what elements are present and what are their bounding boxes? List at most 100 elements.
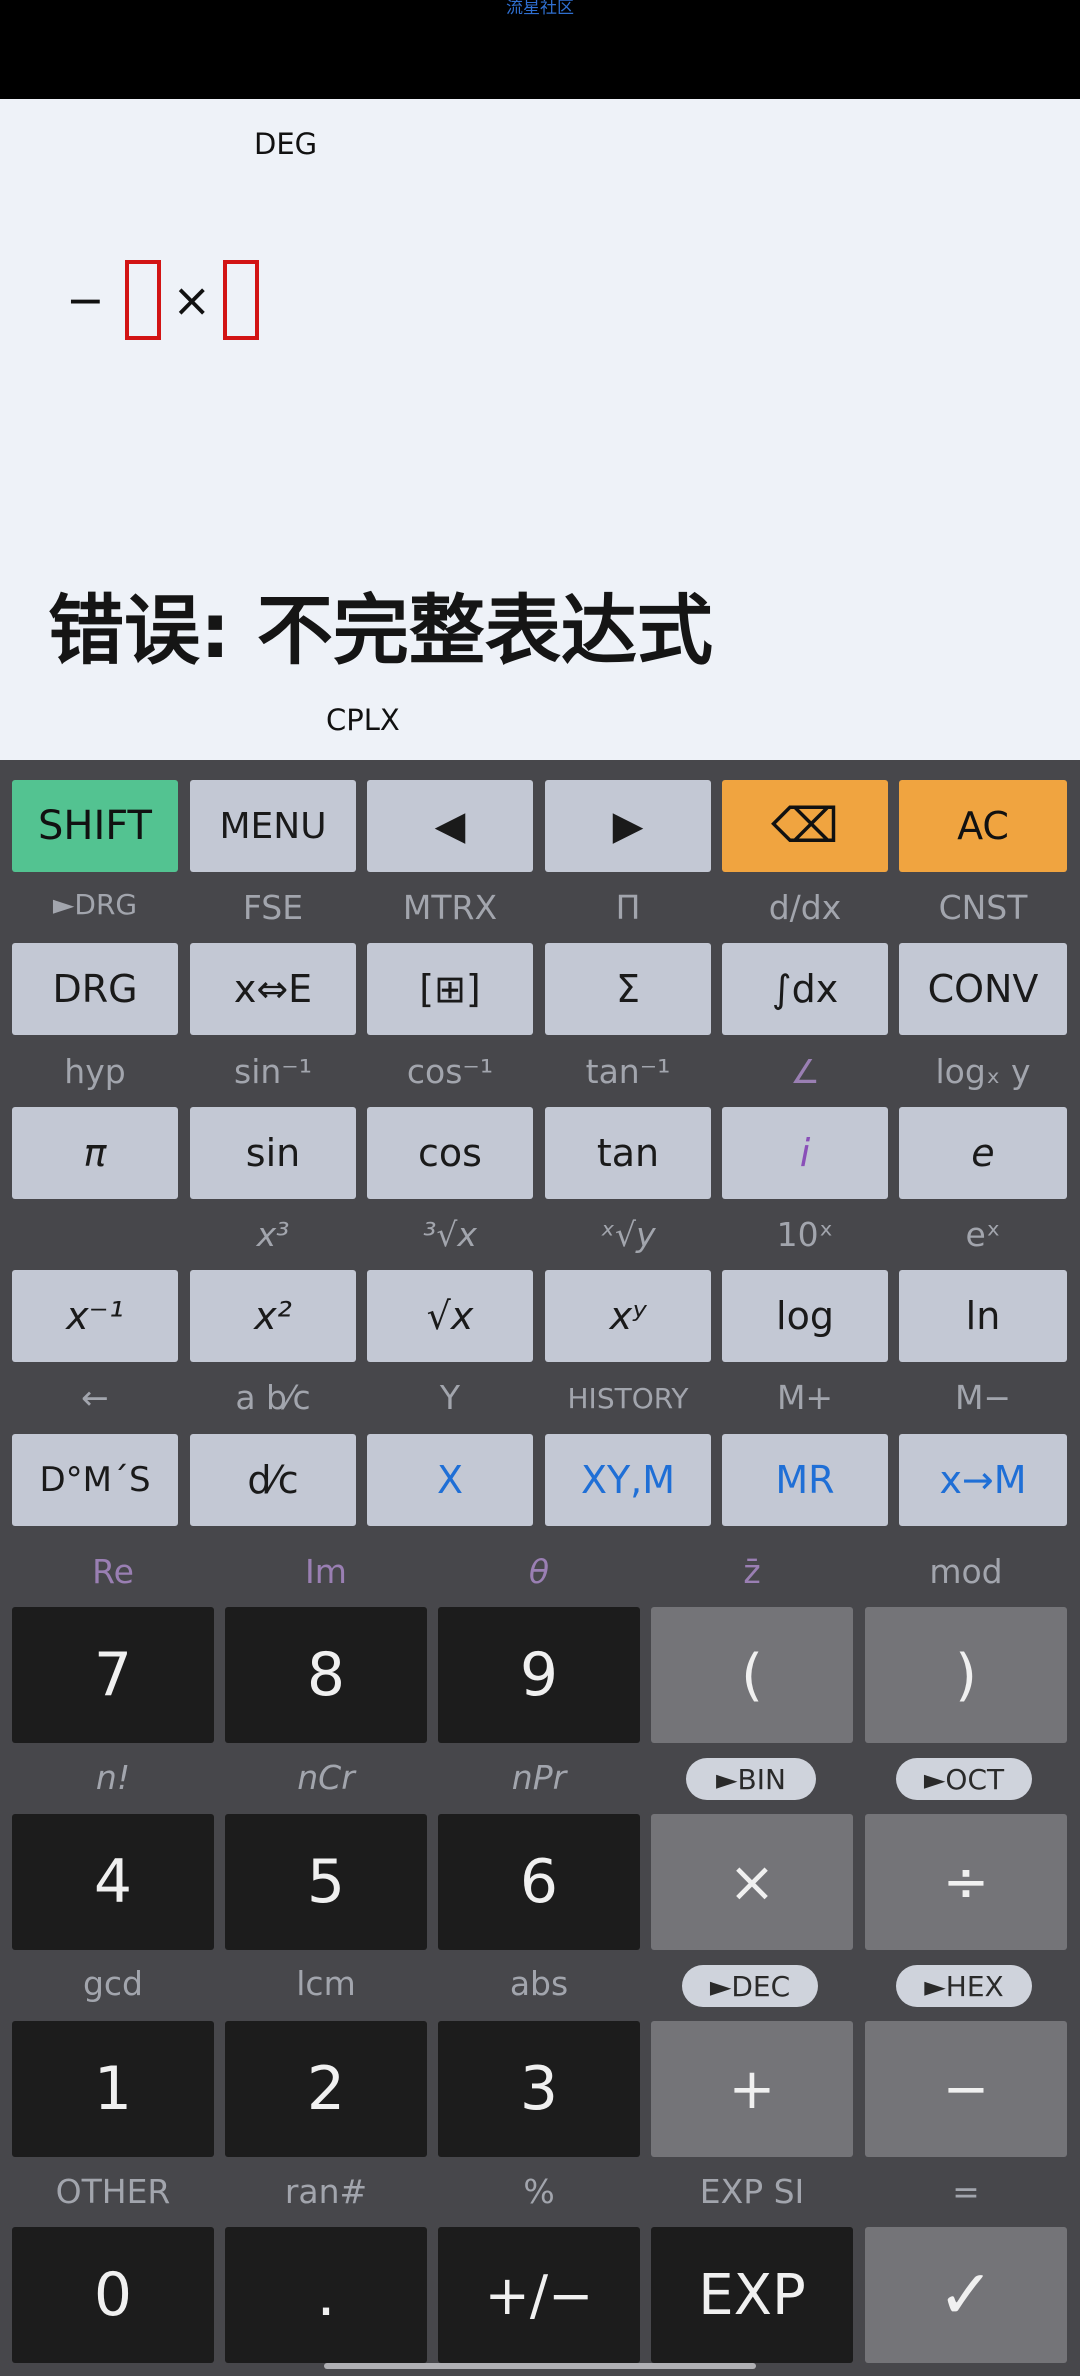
label-history: HISTORY xyxy=(567,1382,689,1415)
label-mod: mod xyxy=(929,1552,1003,1591)
label-x-cubed: x³ xyxy=(256,1215,290,1254)
equals-check-button[interactable]: ✓ xyxy=(865,2227,1067,2363)
digit-8-button[interactable]: 8 xyxy=(225,1607,427,1743)
var-xym-button[interactable]: XY,M xyxy=(545,1434,711,1526)
close-paren-button[interactable]: ) xyxy=(865,1607,1067,1743)
label-cube-root: ³√x xyxy=(423,1215,477,1254)
integral-button[interactable]: ∫dx xyxy=(722,943,888,1035)
cursor-right-button[interactable]: ▶ xyxy=(545,780,711,872)
watermark: 流星社区 xyxy=(506,0,574,18)
digit-9-button[interactable]: 9 xyxy=(438,1607,640,1743)
empty-placeholder-box[interactable] xyxy=(223,260,260,340)
cos-button[interactable]: cos xyxy=(367,1107,533,1199)
label-abs: abs xyxy=(509,1964,569,2003)
label-combination: nCr xyxy=(297,1758,355,1797)
label-m-minus: M− xyxy=(954,1378,1012,1417)
label-fse: FSE xyxy=(242,888,304,927)
label-derivative: d/dx xyxy=(768,888,842,927)
euler-e-button[interactable]: e xyxy=(899,1107,1067,1199)
label-mixed-fraction: a b⁄c xyxy=(235,1378,311,1417)
ln-button[interactable]: ln xyxy=(899,1270,1067,1362)
menu-button[interactable]: MENU xyxy=(190,780,356,872)
var-x-button[interactable]: X xyxy=(367,1434,533,1526)
add-button[interactable]: + xyxy=(651,2021,853,2157)
label-permutation: nPr xyxy=(511,1758,567,1797)
label-hyp: hyp xyxy=(64,1052,126,1091)
x-exchange-e-button[interactable]: x⇔E xyxy=(190,943,356,1035)
drg-button[interactable]: DRG xyxy=(12,943,178,1035)
empty-placeholder-box[interactable] xyxy=(124,260,161,340)
store-memory-button[interactable]: x→M xyxy=(899,1434,1067,1526)
digit-2-button[interactable]: 2 xyxy=(225,2021,427,2157)
label-m-plus: M+ xyxy=(776,1378,834,1417)
calculator-display: DEG − × 错误: 不完整表达式 CPLX xyxy=(0,99,1080,760)
times-sign: × xyxy=(172,273,212,327)
digit-5-button[interactable]: 5 xyxy=(225,1814,427,1950)
label-random: ran# xyxy=(284,2172,368,2211)
label-exp-si: EXP SI xyxy=(699,2172,805,2211)
digit-1-button[interactable]: 1 xyxy=(12,2021,214,2157)
expression-line[interactable]: − × xyxy=(66,259,271,341)
label-arcsin: sin⁻¹ xyxy=(234,1052,312,1091)
dms-button[interactable]: D°M´S xyxy=(12,1434,178,1526)
square-button[interactable]: x² xyxy=(190,1270,356,1362)
label-imag: Im xyxy=(305,1552,347,1591)
angle-mode-indicator: DEG xyxy=(254,127,318,161)
digit-6-button[interactable]: 6 xyxy=(438,1814,640,1950)
tan-button[interactable]: tan xyxy=(545,1107,711,1199)
complex-mode-indicator: CPLX xyxy=(326,703,400,737)
digit-7-button[interactable]: 7 xyxy=(12,1607,214,1743)
reciprocal-button[interactable]: x⁻¹ xyxy=(12,1270,178,1362)
label-theta: θ xyxy=(528,1552,550,1591)
to-hex-button[interactable]: ►HEX xyxy=(896,1965,1032,2007)
backspace-button[interactable]: ⌫ xyxy=(722,780,888,872)
multiply-button[interactable]: × xyxy=(651,1814,853,1950)
pi-button[interactable]: π xyxy=(12,1107,178,1199)
to-dec-button[interactable]: ►DEC xyxy=(682,1965,818,2007)
label-log-base: logₓ y xyxy=(935,1052,1031,1091)
label-mtrx: MTRX xyxy=(402,888,498,927)
open-paren-button[interactable]: ( xyxy=(651,1607,853,1743)
sin-button[interactable]: sin xyxy=(190,1107,356,1199)
fraction-button[interactable]: d⁄c xyxy=(190,1434,356,1526)
power-button[interactable]: xʸ xyxy=(545,1270,711,1362)
label-factorial: n! xyxy=(95,1758,131,1797)
label-arccos: cos⁻¹ xyxy=(406,1052,494,1091)
label-e-power: eˣ xyxy=(965,1215,1001,1254)
matrix-button[interactable]: [⊞] xyxy=(367,943,533,1035)
ac-button[interactable]: AC xyxy=(899,780,1067,872)
log-button[interactable]: log xyxy=(722,1270,888,1362)
conv-button[interactable]: CONV xyxy=(899,943,1067,1035)
imaginary-i-button[interactable]: i xyxy=(722,1107,888,1199)
to-oct-button[interactable]: ►OCT xyxy=(896,1758,1032,1800)
label-lcm: lcm xyxy=(296,1964,356,2003)
subtract-button[interactable]: − xyxy=(865,2021,1067,2157)
digit-3-button[interactable]: 3 xyxy=(438,2021,640,2157)
status-bar: 流星社区 xyxy=(0,0,1080,99)
label-conjugate: z̄ xyxy=(743,1552,761,1591)
digit-4-button[interactable]: 4 xyxy=(12,1814,214,1950)
label-real: Re xyxy=(92,1552,134,1591)
label-cnst: CNST xyxy=(938,888,1028,927)
square-root-button[interactable]: √x xyxy=(367,1270,533,1362)
label-y: Y xyxy=(439,1378,461,1417)
cursor-left-button[interactable]: ◀ xyxy=(367,780,533,872)
memory-recall-button[interactable]: MR xyxy=(722,1434,888,1526)
label-other: OTHER xyxy=(55,2172,171,2211)
divide-button[interactable]: ÷ xyxy=(865,1814,1067,1950)
sum-button[interactable]: Σ xyxy=(545,943,711,1035)
negate-button[interactable]: +/− xyxy=(438,2227,640,2363)
label-drg-convert: ►DRG xyxy=(52,888,138,921)
decimal-point-button[interactable]: . xyxy=(225,2227,427,2363)
exp-button[interactable]: EXP xyxy=(651,2227,853,2363)
minus-sign: − xyxy=(66,273,105,327)
label-angle: ∠ xyxy=(790,1052,820,1091)
keypad: SHIFT MENU ◀ ▶ ⌫ AC ►DRG FSE MTRX Π d/dx… xyxy=(0,760,1080,2376)
label-back-arrow: ← xyxy=(81,1378,109,1417)
home-indicator[interactable] xyxy=(324,2363,756,2369)
label-arctan: tan⁻¹ xyxy=(585,1052,671,1091)
shift-button[interactable]: SHIFT xyxy=(12,780,178,872)
digit-0-button[interactable]: 0 xyxy=(12,2227,214,2363)
to-bin-button[interactable]: ►BIN xyxy=(686,1758,816,1800)
label-percent: % xyxy=(523,2172,555,2211)
